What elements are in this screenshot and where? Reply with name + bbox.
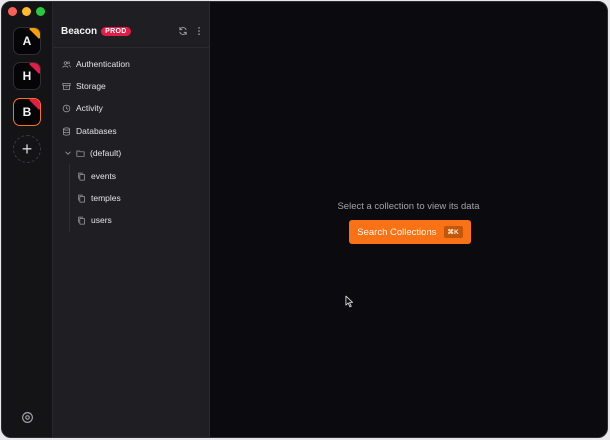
collection-item-events[interactable]: events bbox=[77, 169, 116, 183]
add-project-button[interactable]: + bbox=[13, 135, 41, 163]
database-label: (default) bbox=[90, 148, 122, 158]
collection-label: users bbox=[91, 215, 112, 225]
collection-item-users[interactable]: users bbox=[77, 213, 112, 227]
project-b-label: B bbox=[22, 105, 32, 119]
chevron-down-icon[interactable] bbox=[64, 149, 72, 157]
app-window: A H B + Beacon PROD Authentication Stora… bbox=[1, 1, 608, 438]
project-h-label: H bbox=[22, 69, 32, 83]
users-icon bbox=[62, 60, 71, 68]
project-rail: A H B + bbox=[2, 2, 53, 437]
sidebar-item-databases[interactable]: Databases bbox=[62, 124, 117, 138]
search-collections-button[interactable]: Search Collections ⌘K bbox=[349, 220, 471, 244]
collection-label: temples bbox=[91, 193, 121, 203]
empty-state-message: Select a collection to view its data bbox=[337, 201, 480, 212]
clock-icon bbox=[62, 104, 71, 112]
environment-badge: PROD bbox=[101, 26, 131, 36]
folder-icon bbox=[76, 150, 85, 157]
more-vertical-icon[interactable] bbox=[197, 26, 201, 36]
mouse-cursor-icon bbox=[345, 295, 354, 308]
archive-icon bbox=[62, 82, 71, 90]
sidebar-divider bbox=[53, 47, 209, 48]
search-button-label: Search Collections bbox=[357, 226, 437, 238]
copy-icon bbox=[78, 194, 85, 203]
window-controls bbox=[8, 7, 45, 16]
maximize-window-button[interactable] bbox=[36, 7, 45, 16]
close-window-button[interactable] bbox=[8, 7, 17, 16]
project-b-button[interactable]: B bbox=[13, 98, 41, 126]
plus-icon: + bbox=[21, 139, 33, 159]
copy-icon bbox=[78, 172, 85, 181]
copy-icon bbox=[78, 216, 85, 225]
sidebar-item-label: Storage bbox=[76, 81, 106, 91]
refresh-icon[interactable] bbox=[178, 26, 188, 36]
sidebar: Beacon PROD Authentication Storage Activ… bbox=[53, 2, 210, 437]
minimize-window-button[interactable] bbox=[22, 7, 31, 16]
collection-label: events bbox=[91, 171, 117, 181]
project-a-button[interactable]: A bbox=[13, 27, 41, 55]
database-default[interactable]: (default) bbox=[64, 146, 121, 160]
sidebar-item-storage[interactable]: Storage bbox=[62, 79, 106, 93]
project-h-button[interactable]: H bbox=[13, 62, 41, 90]
tree-guide-line bbox=[69, 164, 70, 232]
sidebar-item-authentication[interactable]: Authentication bbox=[62, 57, 130, 71]
sidebar-item-label: Databases bbox=[76, 126, 117, 136]
project-a-label: A bbox=[22, 34, 32, 48]
keyboard-shortcut-badge: ⌘K bbox=[443, 226, 463, 238]
sidebar-item-label: Activity bbox=[76, 103, 103, 113]
project-title: Beacon bbox=[61, 25, 98, 37]
main-content: Select a collection to view its data Sea… bbox=[210, 2, 607, 437]
sidebar-header: Beacon PROD bbox=[61, 24, 201, 38]
database-icon bbox=[63, 126, 70, 135]
collection-item-temples[interactable]: temples bbox=[77, 191, 121, 205]
sidebar-item-activity[interactable]: Activity bbox=[62, 101, 103, 115]
sidebar-item-label: Authentication bbox=[76, 59, 130, 69]
settings-icon[interactable] bbox=[21, 411, 34, 424]
